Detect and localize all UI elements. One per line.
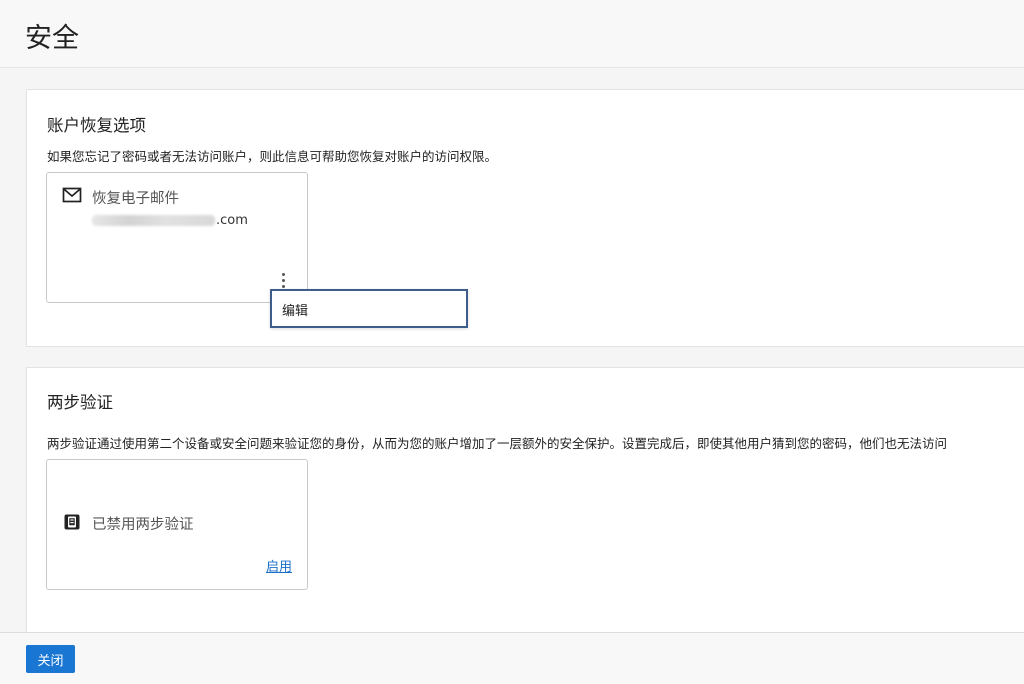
recovery-email-card: 恢复电子邮件 .com <box>46 172 308 303</box>
two-factor-status: 已禁用两步验证 <box>92 517 194 533</box>
two-factor-card: 已禁用两步验证 启用 <box>46 459 308 590</box>
two-factor-section: 两步验证 两步验证通过使用第二个设备或安全问题来验证您的身份，从而为您的账户增加… <box>26 367 1024 632</box>
enable-two-factor-link[interactable]: 启用 <box>266 556 292 575</box>
header: 安全 <box>0 0 1024 68</box>
account-recovery-title: 账户恢复选项 <box>47 116 146 135</box>
footer: 关闭 <box>0 632 1024 684</box>
edit-menu-item[interactable]: 编辑 <box>282 300 308 319</box>
content-area[interactable]: 账户恢复选项 如果您忘记了密码或者无法访问账户，则此信息可帮助您恢复对账户的访问… <box>0 68 1024 632</box>
account-recovery-section: 账户恢复选项 如果您忘记了密码或者无法访问账户，则此信息可帮助您恢复对账户的访问… <box>26 89 1024 347</box>
recovery-email-value: .com <box>92 213 248 228</box>
mail-icon <box>62 185 82 205</box>
close-button[interactable]: 关闭 <box>26 645 75 673</box>
account-recovery-description: 如果您忘记了密码或者无法访问账户，则此信息可帮助您恢复对账户的访问权限。 <box>47 149 498 164</box>
context-menu: 编辑 <box>270 289 468 328</box>
two-factor-description: 两步验证通过使用第二个设备或安全问题来验证您的身份，从而为您的账户增加了一层额外… <box>47 436 948 451</box>
email-domain-suffix: .com <box>216 213 248 228</box>
redacted-email-prefix <box>92 215 215 226</box>
two-factor-title: 两步验证 <box>47 393 113 412</box>
more-options-icon[interactable] <box>275 269 291 291</box>
phone-icon <box>62 512 82 532</box>
recovery-email-title: 恢复电子邮件 <box>92 191 179 207</box>
page-title: 安全 <box>25 23 79 54</box>
